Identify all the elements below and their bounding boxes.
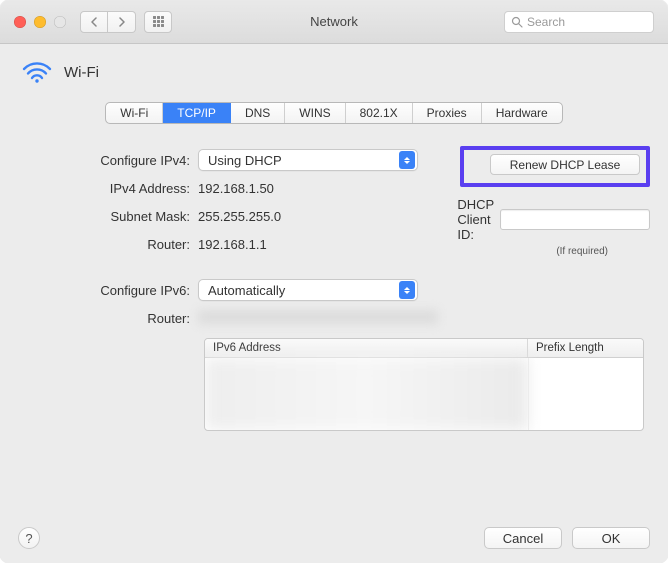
- configure-ipv6-value: Automatically: [208, 283, 285, 298]
- renew-dhcp-lease-button[interactable]: Renew DHCP Lease: [490, 154, 640, 175]
- ipv4-address-label: IPv4 Address:: [22, 181, 198, 196]
- show-all-button[interactable]: [144, 11, 172, 33]
- col-prefix-length[interactable]: Prefix Length: [528, 339, 643, 357]
- tab-tcpip[interactable]: TCP/IP: [163, 103, 231, 123]
- ipv6-address-table: IPv6 Address Prefix Length: [204, 338, 644, 431]
- configure-ipv4-label: Configure IPv4:: [22, 153, 198, 168]
- table-row-redacted: [205, 358, 643, 430]
- search-icon: [511, 16, 523, 28]
- if-required-note: (If required): [460, 246, 608, 257]
- wifi-icon: [22, 60, 52, 84]
- configure-ipv4-value: Using DHCP: [208, 153, 282, 168]
- router-label: Router:: [22, 237, 198, 252]
- grid-icon: [153, 16, 164, 27]
- configure-ipv6-label: Configure IPv6:: [22, 283, 198, 298]
- router6-label: Router:: [22, 311, 198, 326]
- chevron-updown-icon: [399, 281, 415, 299]
- close-window-button[interactable]: [14, 16, 26, 28]
- tab-bar: Wi-Fi TCP/IP DNS WINS 802.1X Proxies Har…: [105, 102, 562, 124]
- configure-ipv6-select[interactable]: Automatically: [198, 279, 418, 301]
- subnet-mask-label: Subnet Mask:: [22, 209, 198, 224]
- col-ipv6-address[interactable]: IPv6 Address: [205, 339, 528, 357]
- page-heading: Wi-Fi: [64, 64, 99, 81]
- tab-proxies[interactable]: Proxies: [413, 103, 482, 123]
- table-body[interactable]: [205, 358, 643, 430]
- search-placeholder: Search: [527, 15, 565, 29]
- search-field[interactable]: Search: [504, 11, 654, 33]
- ipv4-address-value: 192.168.1.50: [198, 181, 274, 196]
- router6-value-redacted: [198, 310, 438, 324]
- window-title: Network: [310, 14, 358, 29]
- cancel-button[interactable]: Cancel: [484, 527, 562, 549]
- forward-button[interactable]: [108, 11, 136, 33]
- tab-wins[interactable]: WINS: [285, 103, 345, 123]
- ok-button[interactable]: OK: [572, 527, 650, 549]
- help-button[interactable]: ?: [18, 527, 40, 549]
- titlebar: Network Search: [0, 0, 668, 44]
- tab-hardware[interactable]: Hardware: [482, 103, 562, 123]
- minimize-window-button[interactable]: [34, 16, 46, 28]
- subnet-mask-value: 255.255.255.0: [198, 209, 281, 224]
- tab-8021x[interactable]: 802.1X: [346, 103, 413, 123]
- dhcp-client-id-label: DHCP Client ID:: [457, 197, 494, 242]
- configure-ipv4-select[interactable]: Using DHCP: [198, 149, 418, 171]
- dhcp-client-id-input[interactable]: [500, 209, 650, 230]
- window-controls: [14, 16, 66, 28]
- router-value: 192.168.1.1: [198, 237, 267, 252]
- renew-lease-highlight: Renew DHCP Lease: [460, 146, 650, 187]
- back-button[interactable]: [80, 11, 108, 33]
- tab-dns[interactable]: DNS: [231, 103, 285, 123]
- maximize-window-button: [54, 16, 66, 28]
- chevron-updown-icon: [399, 151, 415, 169]
- tab-wifi[interactable]: Wi-Fi: [106, 103, 163, 123]
- nav-buttons: [80, 11, 136, 33]
